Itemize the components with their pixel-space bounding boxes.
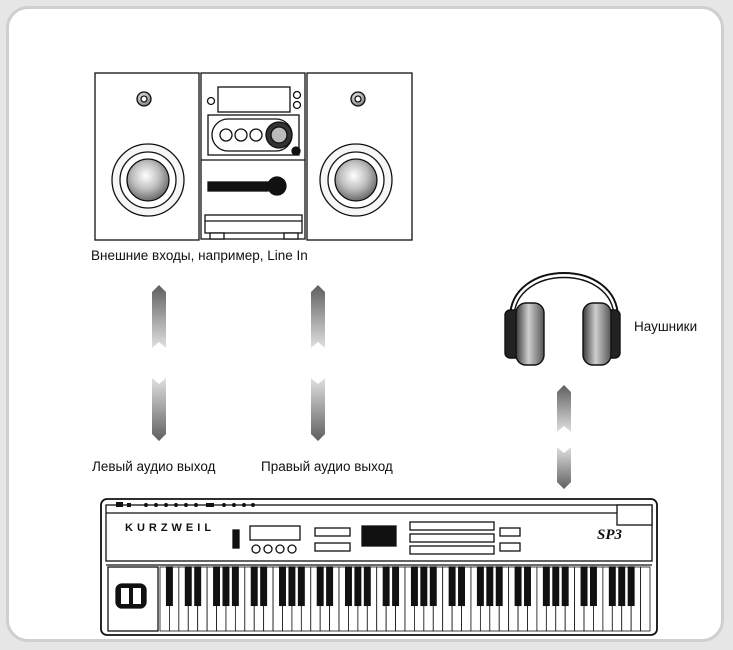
right-out-arrow	[311, 285, 325, 441]
black-key	[448, 566, 456, 607]
left-speaker	[94, 72, 200, 241]
black-key	[458, 566, 466, 607]
stereo-center-unit	[200, 72, 306, 240]
white-key	[640, 566, 651, 632]
black-key	[524, 566, 531, 607]
black-key	[250, 566, 258, 607]
black-key	[184, 566, 192, 607]
black-key	[542, 566, 550, 607]
black-key	[410, 566, 418, 607]
left-out-label: Левый аудио выход	[92, 459, 216, 474]
right-out-label: Правый аудио выход	[261, 459, 393, 474]
external-inputs-label: Внешние входы, например, Line In	[91, 248, 308, 263]
black-key	[392, 566, 400, 607]
piano-keys	[159, 566, 651, 632]
connection-diagram: KURZWEIL SP3	[94, 72, 658, 636]
stereo-system	[94, 72, 413, 241]
left-out-arrow	[152, 285, 166, 441]
black-key	[495, 566, 503, 607]
black-key	[514, 566, 522, 607]
black-key	[288, 566, 296, 607]
black-key	[552, 566, 560, 607]
black-key	[354, 566, 362, 607]
black-key	[231, 566, 239, 607]
black-key	[297, 566, 305, 607]
black-key	[608, 566, 616, 607]
black-key	[213, 566, 221, 607]
black-key	[476, 566, 484, 607]
black-key	[165, 566, 173, 607]
model-label: SP3	[597, 527, 623, 543]
black-key	[344, 566, 352, 607]
black-key	[561, 566, 569, 607]
black-key	[316, 566, 324, 607]
black-key	[260, 566, 268, 607]
black-key	[279, 566, 286, 607]
black-key	[194, 566, 202, 607]
brand-label: KURZWEIL	[125, 522, 215, 534]
black-key	[618, 566, 626, 607]
right-speaker	[306, 72, 413, 241]
black-key	[486, 566, 494, 607]
black-key	[420, 566, 428, 607]
pitch-mod-wheels	[107, 566, 159, 632]
black-key	[363, 566, 371, 607]
kurzweil-keyboard: KURZWEIL SP3	[100, 498, 658, 636]
headphone-arrow	[557, 385, 571, 489]
headphones-icon	[504, 272, 621, 366]
black-key	[429, 566, 437, 607]
headphones-label: Наушники	[634, 319, 698, 334]
black-key	[382, 566, 390, 607]
black-key	[326, 566, 334, 607]
black-key	[222, 566, 230, 607]
black-key	[580, 566, 588, 607]
black-key	[589, 566, 597, 607]
black-key	[627, 566, 635, 607]
